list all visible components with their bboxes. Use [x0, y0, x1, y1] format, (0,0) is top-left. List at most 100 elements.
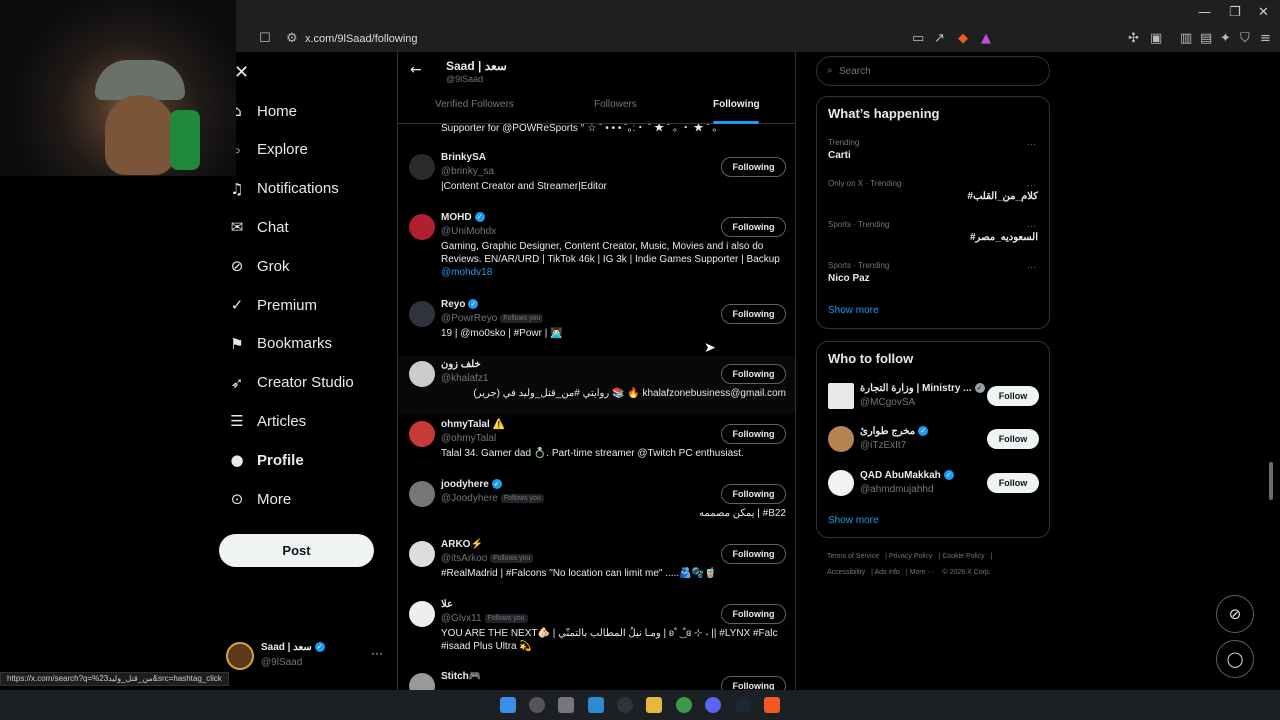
- following-button[interactable]: Following: [721, 217, 786, 237]
- bio-link[interactable]: @mohdv18: [441, 267, 492, 278]
- list-item-partial[interactable]: Supporter for @POWReSports ° ☆ ˚ • • • ˚…: [398, 122, 795, 136]
- nav-item-notifications[interactable]: ♫ Notifications: [227, 174, 338, 204]
- account-switcher[interactable]: Saad | سعد ✓ @9lSaad ···: [226, 640, 386, 674]
- avatar[interactable]: [828, 383, 854, 409]
- messages-float-icon[interactable]: ◯: [1216, 640, 1254, 678]
- extensions-icon[interactable]: ✣: [1128, 31, 1139, 46]
- following-button[interactable]: Following: [721, 157, 786, 177]
- grok-float-icon[interactable]: ⊘: [1216, 595, 1254, 633]
- user-name[interactable]: joodyhere ✓: [441, 479, 502, 490]
- user-name[interactable]: Stitch🎮: [441, 671, 481, 682]
- cast-icon[interactable]: ▭: [912, 31, 924, 46]
- list-item[interactable]: Stitch🎮 Following: [398, 668, 795, 690]
- suggestion-name[interactable]: وزارة التجارة | Ministry ... ✓: [860, 383, 985, 394]
- footer-link[interactable]: Terms of Service: [827, 553, 879, 560]
- following-button[interactable]: Following: [721, 484, 786, 504]
- trend-more-icon[interactable]: ···: [1027, 139, 1036, 149]
- footer-link[interactable]: Accessibility: [827, 569, 865, 576]
- trend-more-icon[interactable]: ···: [1027, 180, 1036, 190]
- avatar[interactable]: [409, 673, 435, 690]
- following-button[interactable]: Following: [721, 424, 786, 444]
- tab-following[interactable]: Following: [713, 99, 760, 110]
- chrome-icon[interactable]: [676, 697, 692, 713]
- brave-rewards-icon[interactable]: ▲: [981, 31, 991, 46]
- trend-name[interactable]: Nico Paz: [828, 273, 870, 284]
- search-taskbar-icon[interactable]: [529, 697, 545, 713]
- following-button[interactable]: Following: [721, 676, 786, 690]
- nav-item-chat[interactable]: ✉ Chat: [227, 212, 289, 242]
- tab-followers[interactable]: Followers: [594, 99, 637, 110]
- obs-icon[interactable]: [617, 697, 633, 713]
- list-item[interactable]: علا @Glvx11 Follows you YOU ARE THE NEXT🫵🏻 …: [398, 596, 795, 654]
- taskview-icon[interactable]: [558, 697, 574, 713]
- user-name[interactable]: ARKO⚡: [441, 539, 483, 550]
- site-info-icon[interactable]: ⚙: [286, 31, 298, 46]
- follow-button[interactable]: Follow: [987, 473, 1039, 493]
- discord-icon[interactable]: [705, 697, 721, 713]
- avatar[interactable]: [409, 154, 435, 180]
- footer-link[interactable]: More ···: [910, 569, 935, 576]
- trend-name[interactable]: #كلام_من_القلب: [967, 191, 1038, 202]
- share-icon[interactable]: ↗: [934, 31, 945, 46]
- user-name[interactable]: علا: [441, 599, 453, 610]
- url-field[interactable]: x.com/9lSaad/following: [305, 33, 418, 45]
- avatar[interactable]: [409, 481, 435, 507]
- list-item[interactable]: خلف زون @khalafz1 روايتي #من_قتل_وليد في (…: [398, 356, 795, 414]
- avatar[interactable]: [409, 601, 435, 627]
- list-item[interactable]: Reyo ✓ @PowrReyo Follows you 19 | @mo0sko | …: [398, 296, 795, 354]
- nav-item-more[interactable]: ⊙ More: [227, 484, 291, 514]
- avatar[interactable]: [828, 470, 854, 496]
- steam-icon[interactable]: [735, 697, 751, 713]
- user-name[interactable]: BrinkySA: [441, 152, 486, 163]
- explorer-icon[interactable]: [646, 697, 662, 713]
- maximize-icon[interactable]: ❐: [1229, 5, 1241, 20]
- nav-item-creator-studio[interactable]: ➶ Creator Studio: [227, 368, 354, 398]
- brave-icon[interactable]: [764, 697, 780, 713]
- back-arrow-icon[interactable]: ←: [410, 62, 422, 78]
- nav-item-articles[interactable]: ☰ Articles: [227, 406, 306, 436]
- sidebar-toggle-icon[interactable]: ▥: [1180, 31, 1192, 46]
- nav-item-explore[interactable]: ⌕ Explore: [227, 135, 308, 165]
- trend-more-icon[interactable]: ···: [1027, 221, 1036, 231]
- trend-name[interactable]: #السعوديه_مصر: [970, 232, 1038, 243]
- vpn-icon[interactable]: ⛉: [1240, 31, 1250, 46]
- suggestion-name[interactable]: مخرج طوارئ ✓: [860, 426, 929, 437]
- footer-link[interactable]: Privacy Policy: [889, 553, 933, 560]
- trend-more-icon[interactable]: ···: [1027, 262, 1036, 272]
- tab-verified-followers[interactable]: Verified Followers: [435, 99, 514, 110]
- follow-button[interactable]: Follow: [987, 429, 1039, 449]
- user-name[interactable]: خلف زون: [441, 359, 481, 370]
- avatar[interactable]: [409, 421, 435, 447]
- follow-button[interactable]: Follow: [987, 386, 1039, 406]
- footer-link[interactable]: Ads info: [875, 569, 900, 576]
- nav-item-bookmarks[interactable]: ⚑ Bookmarks: [227, 329, 332, 359]
- trend-name[interactable]: Carti: [828, 150, 851, 161]
- following-button[interactable]: Following: [721, 364, 786, 384]
- following-button[interactable]: Following: [721, 604, 786, 624]
- start-icon[interactable]: [500, 697, 516, 713]
- search-input[interactable]: ⌕ Search: [816, 56, 1050, 86]
- wallet-icon[interactable]: ▣: [1150, 31, 1162, 46]
- avatar[interactable]: [409, 301, 435, 327]
- suggestion-name[interactable]: QAD AbuMakkah ✓: [860, 470, 954, 481]
- store-icon[interactable]: [588, 697, 604, 713]
- brave-shield-icon[interactable]: ◆: [958, 31, 968, 46]
- list-item[interactable]: ARKO⚡ @itsArkoo Follows you #RealMadrid | #…: [398, 536, 795, 594]
- tab-icon[interactable]: ▤: [1200, 31, 1212, 46]
- nav-item-grok[interactable]: ⊘ Grok: [227, 251, 290, 281]
- avatar[interactable]: [409, 541, 435, 567]
- menu-icon[interactable]: ≡: [1260, 31, 1271, 46]
- avatar[interactable]: [409, 214, 435, 240]
- nav-item-profile[interactable]: ● Profile: [227, 445, 303, 475]
- minimize-icon[interactable]: —: [1198, 5, 1211, 20]
- leo-icon[interactable]: ✦: [1220, 31, 1231, 46]
- close-icon[interactable]: ✕: [1258, 5, 1269, 20]
- list-item[interactable]: ohmyTalal ⚠️ @ohmyTalal Talal 34. Gamer da…: [398, 416, 795, 474]
- bookmark-page-icon[interactable]: ☐: [259, 31, 271, 46]
- following-button[interactable]: Following: [721, 544, 786, 564]
- list-item[interactable]: BrinkySA @brinky_sa |Content Creator and S…: [398, 149, 795, 207]
- nav-item-home[interactable]: ⌂ Home: [227, 96, 297, 126]
- user-name[interactable]: Reyo ✓: [441, 299, 479, 310]
- who-to-follow-show-more[interactable]: Show more: [828, 515, 879, 526]
- list-item[interactable]: joodyhere ✓ @Joodyhere Follows you يمكن مصمم…: [398, 476, 795, 534]
